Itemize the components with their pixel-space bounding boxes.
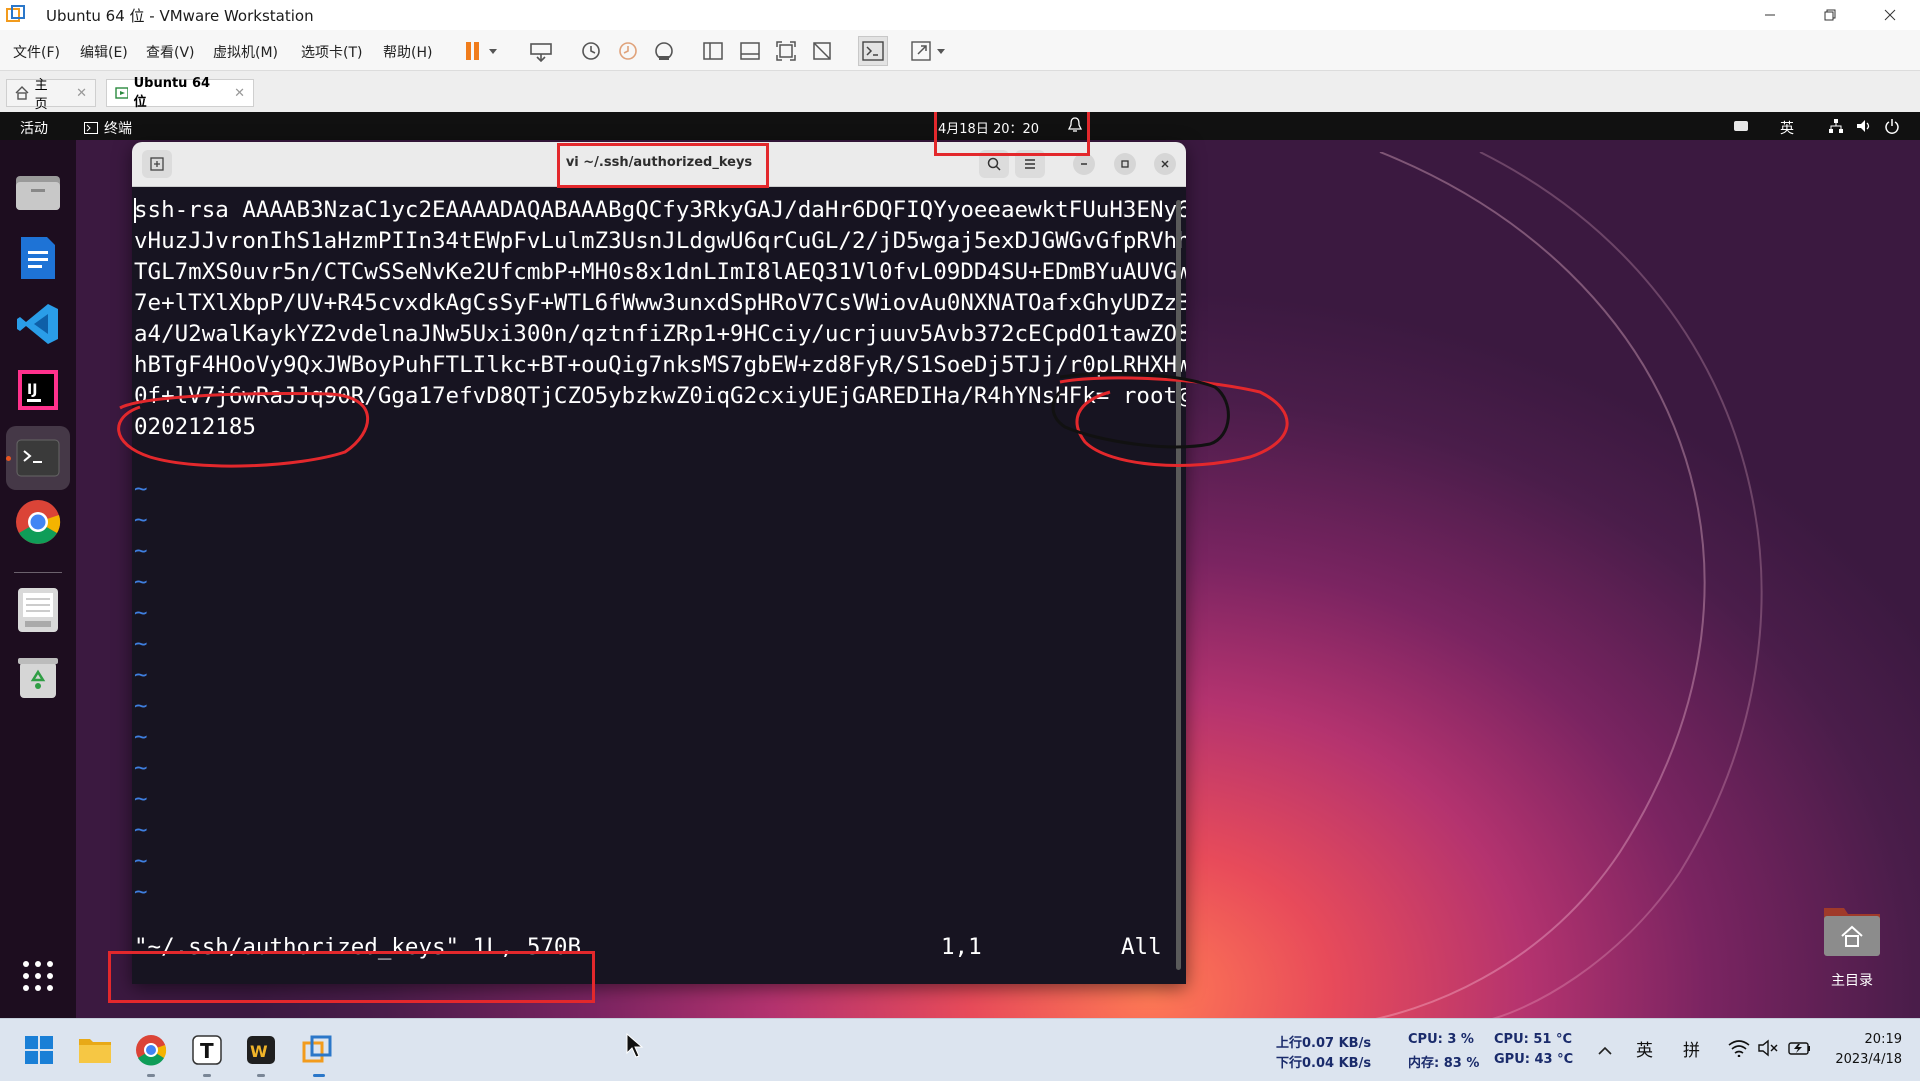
running-indicator xyxy=(257,1074,265,1077)
tab-home-label: 主页 xyxy=(34,78,48,112)
start-button[interactable] xyxy=(20,1031,58,1069)
chevron-down-icon xyxy=(937,49,945,54)
wifi-icon[interactable] xyxy=(1728,1039,1750,1061)
battery-charging-icon[interactable] xyxy=(1788,1039,1812,1061)
net-upload-speed: 上行0.07 KB/s xyxy=(1276,1036,1372,1051)
menu-file[interactable]: 文件(F) xyxy=(13,42,60,62)
tab-ubuntu[interactable]: Ubuntu 64 位 ✕ xyxy=(106,76,254,110)
expand-arrows-icon xyxy=(911,41,931,61)
full-screen-button[interactable] xyxy=(773,38,799,64)
taskbar-date[interactable]: 2023/4/18 xyxy=(1820,1052,1902,1067)
typora-taskbar-button[interactable]: T xyxy=(188,1031,226,1069)
show-hidden-icons-button[interactable] xyxy=(1598,1041,1612,1060)
restore-icon xyxy=(1824,9,1836,21)
stretch-dropdown[interactable] xyxy=(934,38,948,64)
tab-home[interactable]: 主页 ✕ xyxy=(6,78,96,112)
wps-taskbar-button[interactable]: W xyxy=(242,1031,280,1069)
taskbar-time[interactable]: 20:19 xyxy=(1830,1032,1902,1047)
revert-snapshot-button[interactable] xyxy=(615,38,641,64)
chevron-up-icon xyxy=(1598,1046,1612,1055)
vmware-title-bar: Ubuntu 64 位 - VMware Workstation xyxy=(0,0,1920,30)
chrome-icon xyxy=(136,1035,167,1066)
chrome-taskbar-button[interactable] xyxy=(132,1031,170,1069)
close-icon xyxy=(1884,9,1896,21)
pause-button[interactable] xyxy=(460,38,486,64)
folder-icon xyxy=(79,1039,111,1063)
snapshot-manager-icon xyxy=(655,42,673,60)
running-indicator xyxy=(147,1074,155,1077)
svg-text:W: W xyxy=(250,1042,268,1061)
snapshot-manager-button[interactable] xyxy=(651,38,677,64)
vmware-menu-bar: 文件(F) 编辑(E) 查看(V) 虚拟机(M) 选项卡(T) 帮助(H) xyxy=(0,30,1920,70)
unity-button[interactable] xyxy=(809,38,835,64)
minimize-icon xyxy=(1765,14,1775,16)
windows-taskbar: T W 上行0.07 KB/s 下行0.04 KB/s CPU: 3 % 内存:… xyxy=(0,1018,1920,1081)
tab-ubuntu-close-icon[interactable]: ✕ xyxy=(234,86,245,101)
vm-icon xyxy=(115,87,128,99)
menu-help[interactable]: 帮助(H) xyxy=(383,42,432,62)
stretch-guest-button[interactable] xyxy=(908,38,934,64)
cpu-usage: CPU: 3 % xyxy=(1408,1032,1474,1047)
windows-logo-icon xyxy=(25,1036,53,1064)
vmware-app-icon xyxy=(6,5,26,25)
sidebar-layout-icon xyxy=(703,42,723,60)
keyboard-send-icon xyxy=(530,43,552,62)
pause-icon xyxy=(466,42,479,60)
tab-home-close-icon[interactable]: ✕ xyxy=(76,86,87,101)
memory-usage: 内存: 83 % xyxy=(1408,1056,1480,1071)
vmware-icon xyxy=(302,1035,332,1063)
snapshot-clock-icon xyxy=(582,42,600,60)
running-indicator xyxy=(203,1074,211,1077)
close-button[interactable] xyxy=(1860,0,1920,30)
tab-ubuntu-label: Ubuntu 64 位 xyxy=(133,76,211,110)
freehand-annotations xyxy=(117,372,1289,468)
svg-text:T: T xyxy=(200,1039,214,1063)
home-icon xyxy=(15,86,29,100)
console-view-button[interactable] xyxy=(858,36,888,66)
menu-edit[interactable]: 编辑(E) xyxy=(80,42,128,62)
power-dropdown[interactable] xyxy=(486,38,500,64)
vmware-taskbar-button[interactable] xyxy=(298,1031,336,1069)
ime-mode-indicator[interactable]: 拼 xyxy=(1683,1036,1700,1061)
cpu-temperature: CPU: 51 °C xyxy=(1494,1032,1573,1047)
show-library-button[interactable] xyxy=(700,38,726,64)
minimize-button[interactable] xyxy=(1740,0,1800,30)
send-ctrl-alt-del-button[interactable] xyxy=(528,38,554,64)
bottom-panel-layout-icon xyxy=(740,42,760,60)
mouse-pointer-icon xyxy=(626,1032,644,1063)
chevron-down-icon xyxy=(489,49,497,54)
snapshot-button[interactable] xyxy=(578,38,604,64)
menu-tabs[interactable]: 选项卡(T) xyxy=(301,42,362,62)
wps-icon: W xyxy=(247,1036,275,1064)
typora-icon: T xyxy=(192,1035,222,1065)
menu-view[interactable]: 查看(V) xyxy=(146,42,195,62)
window-title: Ubuntu 64 位 - VMware Workstation xyxy=(46,7,314,25)
gpu-temperature: GPU: 43 °C xyxy=(1494,1052,1574,1067)
volume-muted-icon[interactable] xyxy=(1758,1039,1780,1061)
file-explorer-button[interactable] xyxy=(76,1031,114,1069)
net-download-speed: 下行0.04 KB/s xyxy=(1276,1056,1372,1071)
thumbnail-bar-button[interactable] xyxy=(737,38,763,64)
unity-mode-icon xyxy=(813,42,831,60)
terminal-console-icon xyxy=(862,41,884,61)
full-screen-icon xyxy=(776,41,796,61)
vmware-tab-bar: 主页 ✕ Ubuntu 64 位 ✕ xyxy=(0,70,1920,113)
restore-button[interactable] xyxy=(1800,0,1860,30)
menu-vm[interactable]: 虚拟机(M) xyxy=(213,42,278,62)
active-indicator xyxy=(313,1074,325,1077)
guest-desktop: 活动 终端 4月18日 20：20 英 IJ 主目录 vi ~/.ssh/aut… xyxy=(0,112,1920,1018)
revert-snapshot-icon xyxy=(619,42,637,60)
ime-language-indicator[interactable]: 英 xyxy=(1636,1036,1653,1061)
